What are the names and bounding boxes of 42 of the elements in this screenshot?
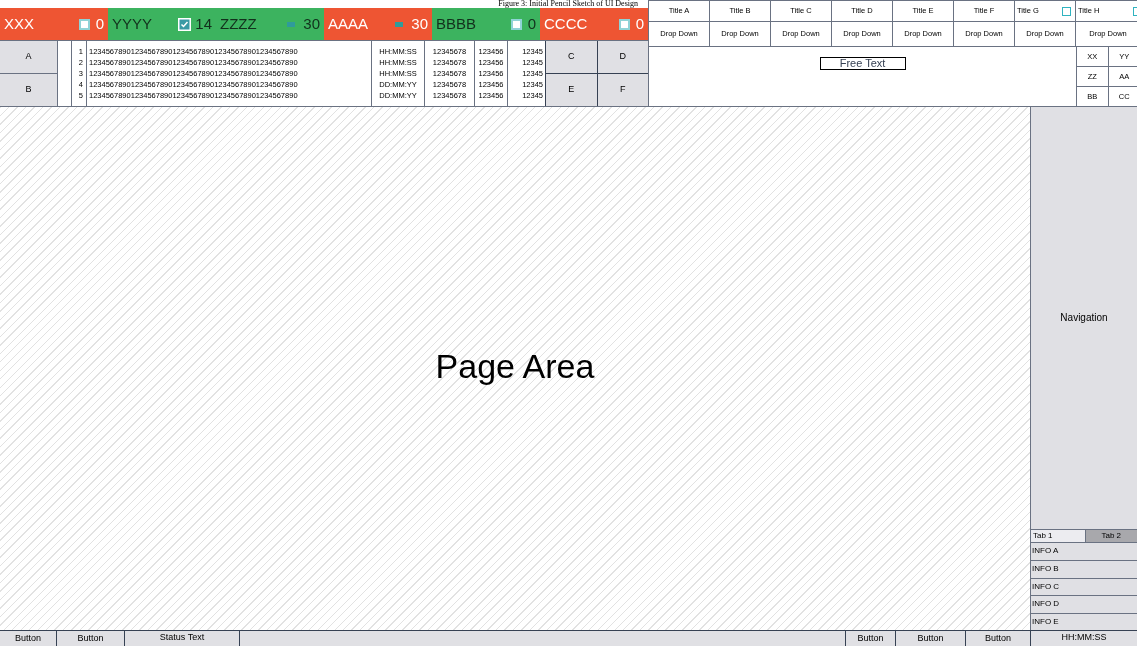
checkbox[interactable] bbox=[1062, 6, 1071, 16]
status-text: Status Text bbox=[125, 631, 240, 646]
page-area-label: Page Area bbox=[435, 346, 595, 387]
minus-icon bbox=[395, 21, 404, 27]
figure-caption: Figure 3: Initial Pencil Sketch of UI Design bbox=[498, 0, 638, 8]
status-count: 0 bbox=[527, 13, 536, 34]
navigation-label: Navigation bbox=[1060, 311, 1108, 326]
checkbox[interactable] bbox=[178, 17, 192, 31]
checkbox[interactable] bbox=[618, 18, 630, 30]
side-button[interactable]: D bbox=[596, 41, 648, 73]
clock-text: HH:MM:SS bbox=[1030, 631, 1137, 646]
info-row-text: INFO A bbox=[1031, 545, 1060, 558]
side-button[interactable]: A bbox=[0, 41, 57, 73]
side-button[interactable]: E bbox=[545, 73, 597, 106]
checkbox[interactable] bbox=[78, 18, 90, 30]
status-count: 0 bbox=[95, 13, 104, 34]
tab[interactable]: Tab 1 bbox=[1031, 529, 1085, 542]
status-count: 30 bbox=[411, 13, 428, 34]
status-count: 0 bbox=[635, 13, 644, 34]
side-button[interactable]: C bbox=[545, 41, 597, 73]
status-label: YYYY bbox=[112, 13, 154, 34]
status-label: CCCC bbox=[544, 13, 589, 34]
status-label: BBBB bbox=[436, 13, 478, 34]
info-row: INFO B bbox=[1031, 560, 1137, 578]
free-text-field[interactable]: Free Text bbox=[819, 57, 906, 70]
info-row: INFO C bbox=[1031, 577, 1137, 595]
footer-button[interactable]: Button bbox=[0, 631, 57, 646]
status-label: AAAA bbox=[328, 13, 370, 34]
status-count: 30 bbox=[303, 13, 320, 34]
status-label: XXX bbox=[4, 13, 35, 34]
status-count: 14 bbox=[195, 13, 212, 34]
footer-button[interactable]: Button bbox=[57, 631, 125, 646]
tab[interactable]: Tab 2 bbox=[1084, 529, 1137, 542]
minus-icon bbox=[287, 21, 296, 27]
checkbox[interactable] bbox=[510, 18, 522, 30]
footer-button[interactable]: Button bbox=[965, 631, 1030, 646]
info-row: INFO D bbox=[1031, 595, 1137, 613]
side-button[interactable]: F bbox=[596, 73, 648, 106]
side-button[interactable]: B bbox=[0, 73, 57, 106]
footer-button[interactable]: Button bbox=[895, 631, 965, 646]
footer-button[interactable]: Button bbox=[845, 631, 895, 646]
status-label: ZZZZ bbox=[220, 13, 258, 34]
